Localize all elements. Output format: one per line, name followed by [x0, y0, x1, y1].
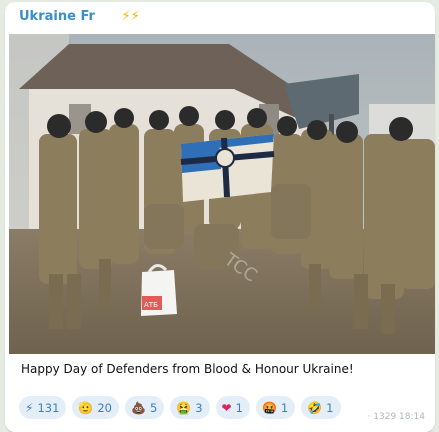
message-photo[interactable]: АТБ TCC: [9, 34, 435, 354]
salute-icon: 🫡: [78, 400, 94, 415]
reaction-count: 3: [195, 400, 203, 415]
reaction-lightning[interactable]: ⚡ 131: [19, 396, 67, 419]
heart-icon: ❤: [221, 400, 232, 415]
reaction-count: 1: [280, 400, 289, 415]
reaction-count: 5: [149, 400, 158, 415]
lightning-icon: ⚡: [25, 400, 34, 415]
reaction-heart[interactable]: ❤ 1: [215, 396, 250, 419]
reaction-poop[interactable]: 💩 5: [124, 396, 165, 419]
shopping-bag: АТБ: [141, 264, 177, 316]
channel-name[interactable]: Ukraine Fr: [19, 9, 95, 24]
reaction-laugh[interactable]: 🤣 1: [301, 396, 341, 419]
message-meta: · 1329 18:14: [367, 412, 425, 422]
reaction-vomit[interactable]: 🤮 3: [170, 396, 210, 419]
reaction-count: 1: [326, 400, 334, 415]
channel-emoji: ⚡⚡: [121, 9, 140, 24]
channel-header[interactable]: Ukraine Fr ⚡⚡: [19, 9, 140, 24]
vomit-icon: 🤮: [176, 400, 192, 415]
poop-icon: 💩: [130, 400, 146, 415]
reaction-angry[interactable]: 🤬 1: [255, 396, 296, 419]
laugh-icon: 🤣: [307, 400, 323, 415]
angry-icon: 🤬: [261, 400, 277, 415]
reactions-bar: ⚡ 131 🫡 20 💩 5 🤮 3 ❤ 1 🤬 1 🤣 1: [19, 396, 341, 419]
flag: [180, 134, 275, 202]
reaction-count: 20: [97, 400, 112, 415]
reaction-count: 131: [37, 400, 60, 415]
reaction-count: 1: [235, 400, 243, 415]
message-bubble: Ukraine Fr ⚡⚡ АТБ TCC Happy Day of Defen…: [5, 2, 435, 432]
bag-label: АТБ: [144, 301, 158, 309]
message-caption: Happy Day of Defenders from Blood & Hono…: [21, 362, 354, 376]
reaction-salute[interactable]: 🫡 20: [72, 396, 119, 419]
